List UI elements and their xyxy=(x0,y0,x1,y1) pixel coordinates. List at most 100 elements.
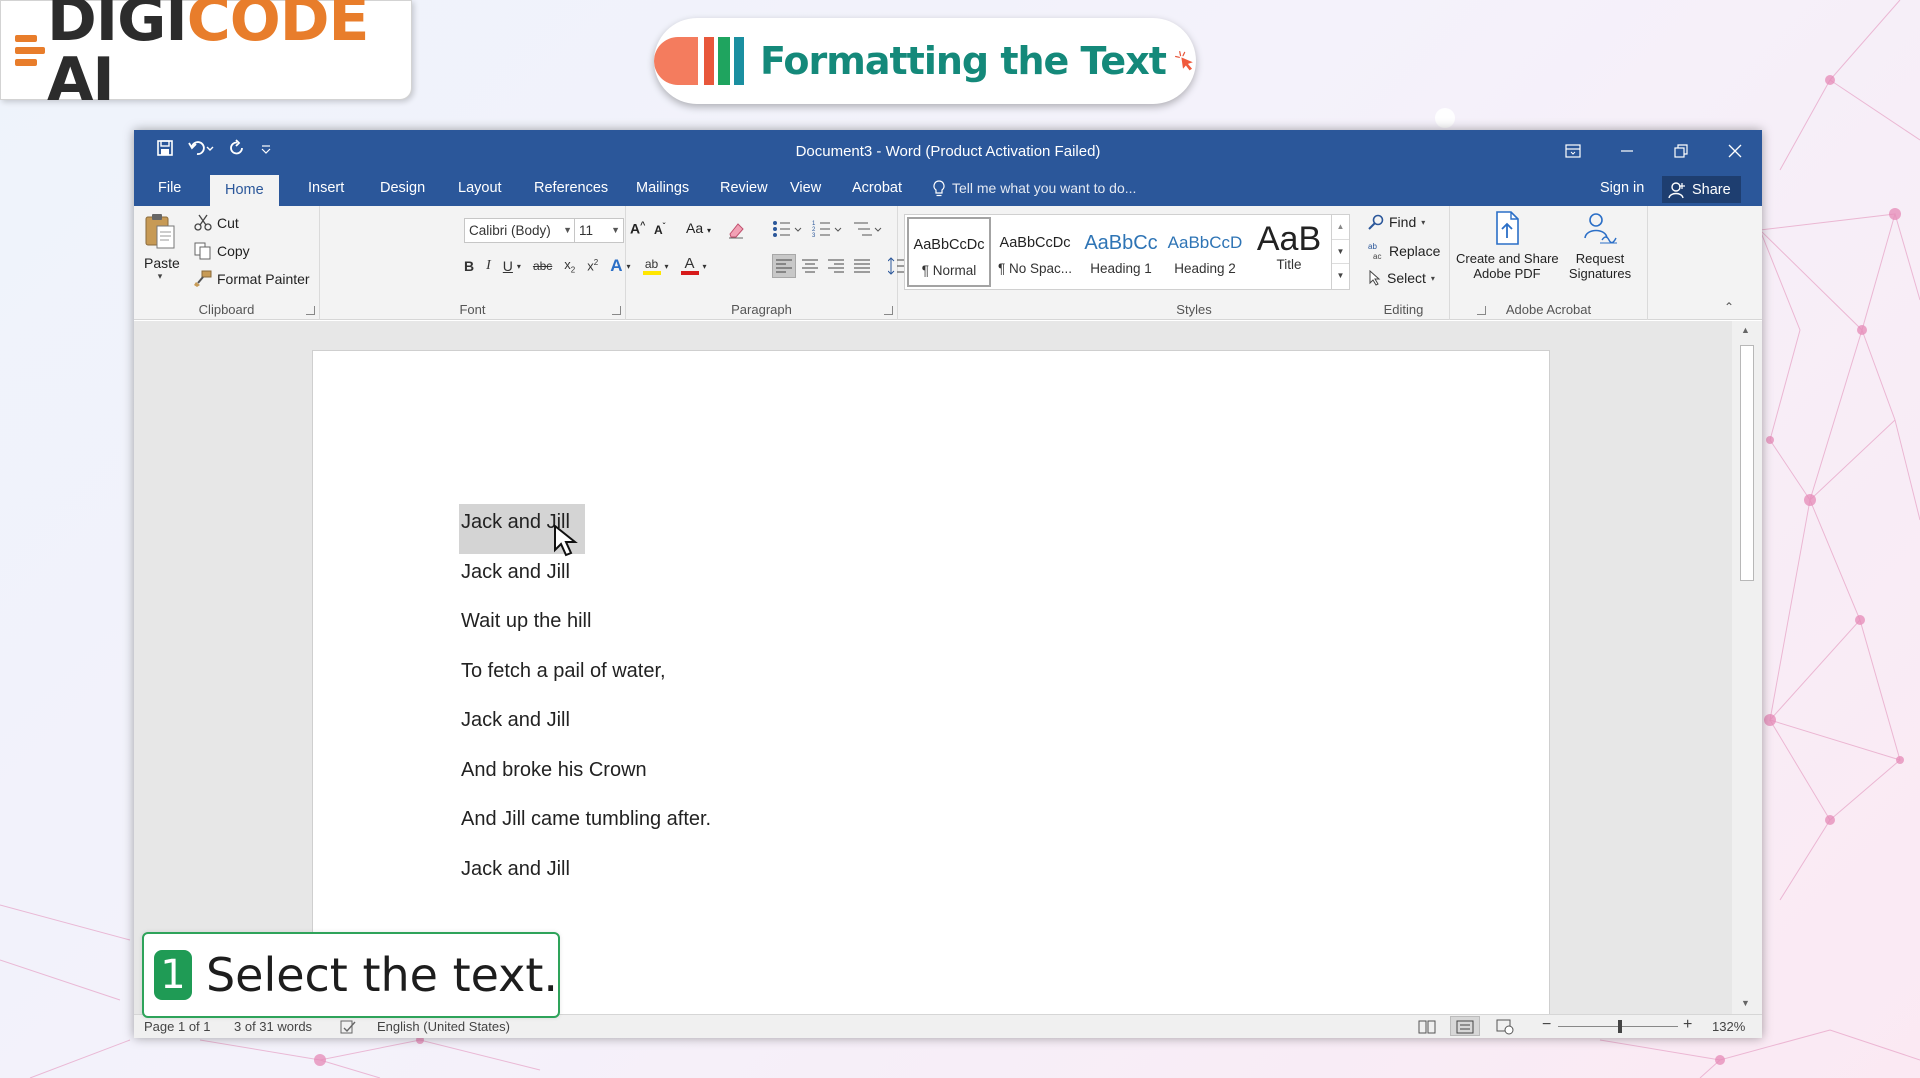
scroll-thumb[interactable] xyxy=(1740,345,1754,581)
styles-scroll-down-icon[interactable]: ▼ xyxy=(1332,239,1349,263)
styles-gallery: AaBbCcDc ¶ Normal AaBbCcDc ¶ No Spac... … xyxy=(904,214,1350,290)
create-share-line2: Adobe PDF xyxy=(1473,266,1541,281)
acrobat-group-label: Adobe Acrobat xyxy=(1505,302,1592,317)
scroll-down-icon[interactable]: ▼ xyxy=(1741,998,1750,1008)
doc-line-2[interactable]: Jack and Jill xyxy=(461,561,570,584)
bold-icon[interactable]: B xyxy=(464,258,474,274)
tell-me-placeholder: Tell me what you want to do... xyxy=(952,180,1137,196)
find-icon xyxy=(1368,214,1384,230)
underline-icon[interactable]: U xyxy=(503,258,513,274)
pdf-share-icon xyxy=(1496,211,1519,245)
select-button[interactable]: Select ▾ xyxy=(1368,270,1435,286)
style-title[interactable]: AaB Title xyxy=(1247,217,1331,287)
request-line2: Signatures xyxy=(1568,266,1632,281)
style-no-spacing[interactable]: AaBbCcDc ¶ No Spac... xyxy=(993,217,1077,287)
paragraph-group: 123 AZ ¶ Paragraph xyxy=(626,206,1014,320)
tab-references[interactable]: References xyxy=(520,171,622,206)
collapse-ribbon-icon[interactable]: ⌃ xyxy=(1724,300,1734,314)
styles-more-icon[interactable]: ▼ xyxy=(1332,263,1349,287)
doc-line-6[interactable]: And broke his Crown xyxy=(461,759,647,782)
web-layout-icon[interactable] xyxy=(1496,1019,1514,1035)
doc-line-5[interactable]: Jack and Jill xyxy=(461,709,570,732)
multilevel-list-icon[interactable] xyxy=(852,220,882,238)
clipboard-launcher-icon[interactable] xyxy=(306,306,315,315)
tab-review[interactable]: Review xyxy=(706,171,782,206)
page-count[interactable]: Page 1 of 1 xyxy=(144,1019,211,1034)
language[interactable]: English (United States) xyxy=(377,1019,510,1034)
window-controls xyxy=(1546,130,1762,171)
ribbon-display-options-icon[interactable] xyxy=(1546,130,1600,171)
restore-icon[interactable] xyxy=(1654,130,1708,171)
align-center-icon[interactable] xyxy=(802,258,818,274)
step-number: 1 xyxy=(154,950,192,1000)
logo-text: DIGICODE AI xyxy=(47,0,370,115)
style-normal-sample: AaBbCcDc xyxy=(913,237,985,253)
tell-me-box[interactable]: Tell me what you want to do... xyxy=(932,171,1136,206)
print-layout-icon xyxy=(1456,1020,1474,1034)
step-callout: 1 Select the text. xyxy=(142,932,560,1018)
tab-insert[interactable]: Insert xyxy=(294,171,358,206)
tab-home[interactable]: Home xyxy=(210,175,279,206)
tab-file[interactable]: File xyxy=(144,171,195,206)
style-heading-2[interactable]: AaBbCcD Heading 2 xyxy=(1163,217,1247,287)
vertical-scrollbar[interactable]: ▲ ▼ xyxy=(1732,321,1762,1020)
sign-in-link[interactable]: Sign in xyxy=(1600,171,1644,206)
copy-button[interactable]: Copy xyxy=(194,242,250,260)
clipboard-group: Paste ▾ Cut Copy Format Painter Clipboar… xyxy=(134,206,320,320)
style-heading-1[interactable]: AaBbCc Heading 1 xyxy=(1079,217,1163,287)
zoom-level[interactable]: 132% xyxy=(1712,1019,1745,1034)
read-mode-icon[interactable] xyxy=(1418,1019,1436,1035)
superscript-icon[interactable]: x2 xyxy=(587,258,598,273)
text-effects-icon[interactable]: A xyxy=(610,256,622,276)
close-icon[interactable] xyxy=(1708,130,1762,171)
style-title-sample: AaB xyxy=(1256,221,1322,257)
justify-icon[interactable] xyxy=(854,258,870,274)
font-launcher-icon[interactable] xyxy=(612,306,621,315)
minimize-icon[interactable] xyxy=(1600,130,1654,171)
clipboard-group-label: Clipboard xyxy=(198,302,255,317)
align-left-icon[interactable] xyxy=(776,258,792,274)
style-normal[interactable]: AaBbCcDc ¶ Normal xyxy=(907,217,991,287)
numbering-icon[interactable]: 123 xyxy=(812,220,842,238)
create-share-pdf-button[interactable]: Create and Share Adobe PDF xyxy=(1456,210,1559,281)
doc-line-7[interactable]: And Jill came tumbling after. xyxy=(461,808,711,831)
proofing-icon[interactable] xyxy=(340,1019,356,1035)
font-size-combo[interactable]: 11 ▼ xyxy=(574,218,624,243)
format-painter-label: Format Painter xyxy=(217,271,310,287)
find-button[interactable]: Find ▾ xyxy=(1368,214,1425,230)
font-group: Calibri (Body) ▼ 11 ▼ A^ Aˇ Aa ▾ B I U ▾ ab… xyxy=(320,206,744,320)
scroll-up-icon[interactable]: ▲ xyxy=(1741,325,1750,335)
replace-icon: abac xyxy=(1368,242,1381,260)
format-painter-button[interactable]: Format Painter xyxy=(194,270,310,288)
tab-design[interactable]: Design xyxy=(366,171,439,206)
font-group-label: Font xyxy=(459,302,486,317)
align-right-icon[interactable] xyxy=(828,258,844,274)
styles-scroll-up-icon[interactable]: ▲ xyxy=(1332,215,1349,239)
strikethrough-icon[interactable]: abc xyxy=(533,259,552,273)
tab-mailings[interactable]: Mailings xyxy=(622,171,703,206)
editing-group-label: Editing xyxy=(1383,302,1424,317)
replace-button[interactable]: ab ac Replace xyxy=(1368,242,1440,260)
tab-layout[interactable]: Layout xyxy=(444,171,516,206)
tab-acrobat[interactable]: Acrobat xyxy=(838,171,916,206)
italic-icon[interactable]: I xyxy=(486,258,491,274)
paragraph-launcher-icon[interactable] xyxy=(884,306,893,315)
paintbrush-icon xyxy=(194,270,212,287)
word-count[interactable]: 3 of 31 words xyxy=(234,1019,312,1034)
zoom-slider-thumb[interactable] xyxy=(1618,1020,1622,1033)
paste-button[interactable]: Paste ▾ xyxy=(144,212,180,282)
font-name-combo[interactable]: Calibri (Body) ▼ xyxy=(464,218,576,243)
zoom-in-icon[interactable]: + xyxy=(1683,1016,1692,1034)
request-signatures-button[interactable]: Request Signatures xyxy=(1562,210,1638,281)
doc-line-4[interactable]: To fetch a pail of water, xyxy=(461,660,666,683)
doc-line-3[interactable]: Wait up the hill xyxy=(461,610,591,633)
subscript-icon[interactable]: x2 xyxy=(564,257,575,275)
tab-view[interactable]: View xyxy=(776,171,835,206)
lesson-title-banner: Formatting the Text xyxy=(654,18,1196,104)
zoom-out-icon[interactable]: − xyxy=(1542,1016,1551,1034)
doc-line-8[interactable]: Jack and Jill xyxy=(461,858,570,881)
bullets-icon[interactable] xyxy=(772,220,802,238)
clipboard-icon xyxy=(145,214,175,249)
share-button[interactable]: Share xyxy=(1662,176,1741,203)
cut-button[interactable]: Cut xyxy=(194,214,239,232)
